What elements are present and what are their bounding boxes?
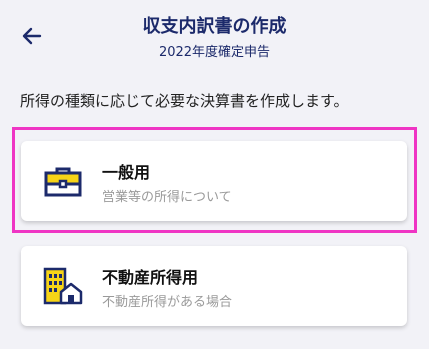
real-estate-description: 不動産所得がある場合 bbox=[102, 295, 233, 310]
instruction-text: 所得の種類に応じて必要な決算書を作成します。 bbox=[20, 92, 349, 110]
page-subtitle: 2022年度確定申告 bbox=[158, 45, 271, 60]
page-title: 収支内訳書の作成 bbox=[142, 16, 287, 37]
general-use-card[interactable]: 一般用 営業等の所得について bbox=[21, 141, 407, 221]
general-use-description: 営業等の所得について bbox=[102, 190, 232, 205]
app-header: 収支内訳書の作成 2022年度確定申告 bbox=[0, 0, 429, 78]
real-estate-card[interactable]: 不動産所得用 不動産所得がある場合 bbox=[21, 246, 407, 326]
real-estate-title: 不動産所得用 bbox=[102, 268, 199, 287]
briefcase-icon bbox=[44, 167, 82, 197]
building-house-icon bbox=[43, 267, 83, 305]
general-use-title: 一般用 bbox=[102, 163, 151, 182]
